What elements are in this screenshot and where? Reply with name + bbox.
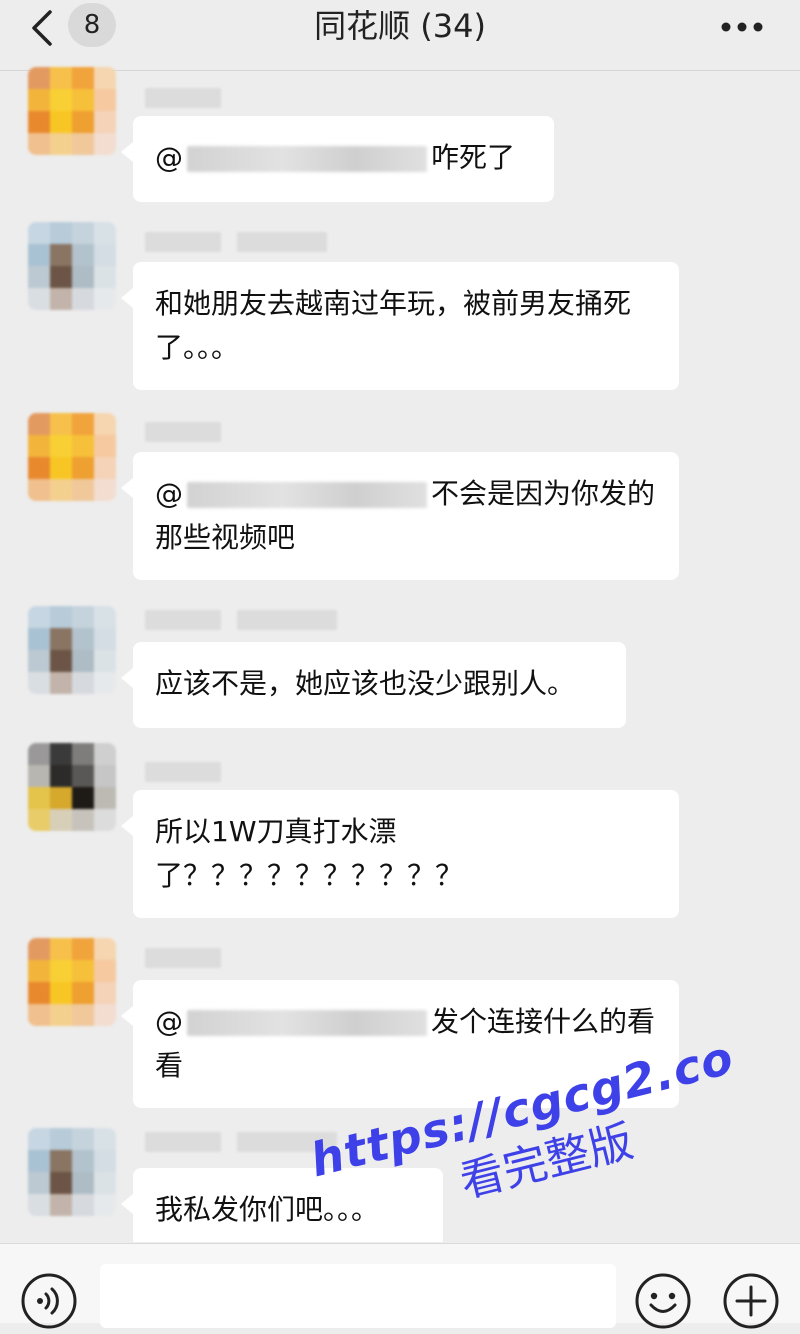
sender-name-redacted [145,610,337,630]
redacted-mention [187,1010,427,1036]
voice-icon [21,1273,77,1329]
more-horizontal-icon [721,22,763,32]
sender-name-redacted [145,948,221,968]
mention-at: @ [155,141,183,174]
redacted-mention [187,146,427,172]
more-button[interactable] [720,18,764,37]
mention-at: @ [155,1005,183,1038]
message-bubble[interactable]: 应该不是，她应该也没少跟别人。 [121,642,626,728]
sender-name-redacted [145,762,221,782]
avatar[interactable] [28,606,116,694]
message-bubble[interactable]: 所以1W刀真打水漂了？？？？？？？？？？ [121,790,679,918]
voice-button[interactable] [20,1272,78,1334]
message-bubble[interactable]: 我私发你们吧。。。 [121,1168,443,1242]
message-text: 我私发你们吧。。。 [155,1193,380,1226]
message-bubble[interactable]: @ 咋死了 [121,116,554,202]
plus-icon [723,1273,779,1329]
sender-name-redacted [145,422,221,442]
sender-name-redacted [145,232,327,252]
message-text: 应该不是，她应该也没少跟别人。 [155,667,576,700]
avatar[interactable] [28,413,116,501]
message-input[interactable] [100,1264,616,1328]
sender-name-redacted [145,1132,337,1152]
input-bar [0,1243,800,1329]
avatar[interactable] [28,222,116,310]
emoji-button[interactable] [634,1272,692,1334]
message-bubble[interactable]: 和她朋友去越南过年玩，被前男友捅死了。。。 [121,262,679,390]
avatar[interactable] [28,1128,116,1216]
mention-at: @ [155,477,183,510]
message-text: 和她朋友去越南过年玩，被前男友捅死了。。。 [155,287,632,364]
message-bubble[interactable]: @ 不会是因为你发的那些视频吧 [121,452,679,580]
message-bubble[interactable]: @ 发个连接什么的看看 [121,980,679,1108]
redacted-mention [187,482,427,508]
plus-button[interactable] [722,1272,780,1334]
avatar[interactable] [28,743,116,831]
chat-header: 8 同花顺 (34) [0,0,800,71]
chat-title: 同花顺 (34) [314,7,486,45]
avatar[interactable] [28,938,116,1026]
emoji-icon [635,1273,691,1329]
message-text: 所以1W刀真打水漂了？？？？？？？？？？ [155,815,464,892]
message-text: 咋死了 [431,141,516,174]
avatar[interactable] [28,67,116,155]
sender-name-redacted [145,88,221,108]
